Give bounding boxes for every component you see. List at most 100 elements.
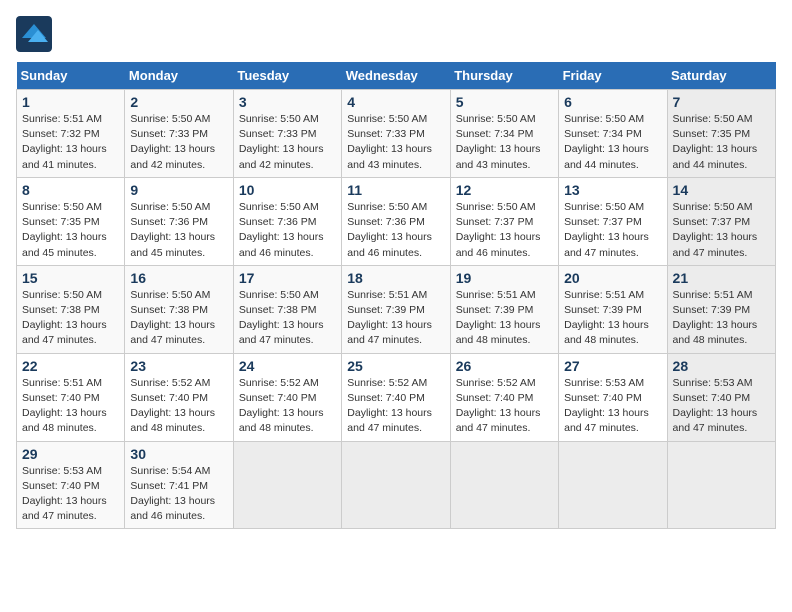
day-info: Sunrise: 5:50 AMSunset: 7:38 PMDaylight:… xyxy=(22,288,119,349)
day-info: Sunrise: 5:51 AMSunset: 7:39 PMDaylight:… xyxy=(673,288,770,349)
calendar-cell xyxy=(450,441,558,529)
calendar-cell: 30 Sunrise: 5:54 AMSunset: 7:41 PMDayligh… xyxy=(125,441,233,529)
day-info: Sunrise: 5:50 AMSunset: 7:37 PMDaylight:… xyxy=(673,200,770,261)
calendar-cell: 1Sunrise: 5:51 AMSunset: 7:32 PMDaylight… xyxy=(17,90,125,178)
day-info: Sunrise: 5:50 AMSunset: 7:33 PMDaylight:… xyxy=(130,112,227,173)
day-info: Sunrise: 5:51 AMSunset: 7:39 PMDaylight:… xyxy=(347,288,444,349)
weekday-header-wednesday: Wednesday xyxy=(342,62,450,90)
calendar-cell: 28 Sunrise: 5:53 AMSunset: 7:40 PMDayligh… xyxy=(667,353,775,441)
day-info: Sunrise: 5:50 AMSunset: 7:36 PMDaylight:… xyxy=(347,200,444,261)
day-info: Sunrise: 5:52 AMSunset: 7:40 PMDaylight:… xyxy=(456,376,553,437)
calendar-cell: 16 Sunrise: 5:50 AMSunset: 7:38 PMDayligh… xyxy=(125,265,233,353)
day-info: Sunrise: 5:54 AMSunset: 7:41 PMDaylight:… xyxy=(130,464,227,525)
weekday-header-saturday: Saturday xyxy=(667,62,775,90)
day-number: 20 xyxy=(564,270,661,286)
week-row-5: 29 Sunrise: 5:53 AMSunset: 7:40 PMDayligh… xyxy=(17,441,776,529)
page-header xyxy=(16,16,776,52)
calendar-table: SundayMondayTuesdayWednesdayThursdayFrid… xyxy=(16,62,776,529)
calendar-cell: 14 Sunrise: 5:50 AMSunset: 7:37 PMDayligh… xyxy=(667,177,775,265)
calendar-cell: 25Sunrise: 5:52 AMSunset: 7:40 PMDayligh… xyxy=(342,353,450,441)
day-number: 13 xyxy=(564,182,661,198)
day-number: 28 xyxy=(673,358,770,374)
day-number: 2 xyxy=(130,94,227,110)
day-number: 12 xyxy=(456,182,553,198)
calendar-cell xyxy=(667,441,775,529)
day-info: Sunrise: 5:50 AMSunset: 7:37 PMDaylight:… xyxy=(456,200,553,261)
day-info: Sunrise: 5:51 AMSunset: 7:39 PMDaylight:… xyxy=(456,288,553,349)
calendar-cell: 13 Sunrise: 5:50 AMSunset: 7:37 PMDayligh… xyxy=(559,177,667,265)
day-info: Sunrise: 5:50 AMSunset: 7:36 PMDaylight:… xyxy=(239,200,336,261)
calendar-cell: 9 Sunrise: 5:50 AMSunset: 7:36 PMDaylight… xyxy=(125,177,233,265)
day-number: 7 xyxy=(673,94,770,110)
day-info: Sunrise: 5:50 AMSunset: 7:33 PMDaylight:… xyxy=(347,112,444,173)
day-number: 5 xyxy=(456,94,553,110)
day-info: Sunrise: 5:50 AMSunset: 7:37 PMDaylight:… xyxy=(564,200,661,261)
calendar-cell: 10 Sunrise: 5:50 AMSunset: 7:36 PMDayligh… xyxy=(233,177,341,265)
day-info: Sunrise: 5:53 AMSunset: 7:40 PMDaylight:… xyxy=(22,464,119,525)
day-number: 26 xyxy=(456,358,553,374)
calendar-cell: 2 Sunrise: 5:50 AMSunset: 7:33 PMDaylight… xyxy=(125,90,233,178)
day-number: 4 xyxy=(347,94,444,110)
calendar-cell: 18 Sunrise: 5:51 AMSunset: 7:39 PMDayligh… xyxy=(342,265,450,353)
calendar-cell: 6 Sunrise: 5:50 AMSunset: 7:34 PMDaylight… xyxy=(559,90,667,178)
week-row-4: 22 Sunrise: 5:51 AMSunset: 7:40 PMDayligh… xyxy=(17,353,776,441)
day-number: 11 xyxy=(347,182,444,198)
day-number: 24 xyxy=(239,358,336,374)
day-info: Sunrise: 5:51 AMSunset: 7:32 PMDaylight:… xyxy=(22,112,119,173)
day-number: 3 xyxy=(239,94,336,110)
day-number: 10 xyxy=(239,182,336,198)
day-info: Sunrise: 5:51 AMSunset: 7:40 PMDaylight:… xyxy=(22,376,119,437)
calendar-cell xyxy=(342,441,450,529)
day-number: 23 xyxy=(130,358,227,374)
day-number: 30 xyxy=(130,446,227,462)
calendar-cell: 21 Sunrise: 5:51 AMSunset: 7:39 PMDayligh… xyxy=(667,265,775,353)
day-number: 9 xyxy=(130,182,227,198)
calendar-cell: 27Sunrise: 5:53 AMSunset: 7:40 PMDayligh… xyxy=(559,353,667,441)
calendar-cell: 19 Sunrise: 5:51 AMSunset: 7:39 PMDayligh… xyxy=(450,265,558,353)
week-row-3: 15Sunrise: 5:50 AMSunset: 7:38 PMDayligh… xyxy=(17,265,776,353)
weekday-header-row: SundayMondayTuesdayWednesdayThursdayFrid… xyxy=(17,62,776,90)
day-info: Sunrise: 5:50 AMSunset: 7:34 PMDaylight:… xyxy=(564,112,661,173)
calendar-cell: 29 Sunrise: 5:53 AMSunset: 7:40 PMDayligh… xyxy=(17,441,125,529)
weekday-header-tuesday: Tuesday xyxy=(233,62,341,90)
calendar-cell: 8Sunrise: 5:50 AMSunset: 7:35 PMDaylight… xyxy=(17,177,125,265)
weekday-header-friday: Friday xyxy=(559,62,667,90)
day-number: 17 xyxy=(239,270,336,286)
day-number: 22 xyxy=(22,358,119,374)
calendar-cell: 22 Sunrise: 5:51 AMSunset: 7:40 PMDayligh… xyxy=(17,353,125,441)
calendar-cell: 17 Sunrise: 5:50 AMSunset: 7:38 PMDayligh… xyxy=(233,265,341,353)
week-row-1: 1Sunrise: 5:51 AMSunset: 7:32 PMDaylight… xyxy=(17,90,776,178)
logo-icon xyxy=(16,16,52,52)
day-number: 21 xyxy=(673,270,770,286)
weekday-header-sunday: Sunday xyxy=(17,62,125,90)
calendar-cell: 4 Sunrise: 5:50 AMSunset: 7:33 PMDaylight… xyxy=(342,90,450,178)
day-number: 29 xyxy=(22,446,119,462)
day-info: Sunrise: 5:51 AMSunset: 7:39 PMDaylight:… xyxy=(564,288,661,349)
day-info: Sunrise: 5:50 AMSunset: 7:38 PMDaylight:… xyxy=(130,288,227,349)
day-number: 6 xyxy=(564,94,661,110)
day-number: 27 xyxy=(564,358,661,374)
calendar-cell: 5 Sunrise: 5:50 AMSunset: 7:34 PMDaylight… xyxy=(450,90,558,178)
calendar-cell: 12 Sunrise: 5:50 AMSunset: 7:37 PMDayligh… xyxy=(450,177,558,265)
day-number: 16 xyxy=(130,270,227,286)
calendar-cell xyxy=(233,441,341,529)
calendar-cell: 11 Sunrise: 5:50 AMSunset: 7:36 PMDayligh… xyxy=(342,177,450,265)
day-number: 8 xyxy=(22,182,119,198)
day-info: Sunrise: 5:52 AMSunset: 7:40 PMDaylight:… xyxy=(347,376,444,437)
calendar-cell xyxy=(559,441,667,529)
logo xyxy=(16,16,56,52)
day-info: Sunrise: 5:50 AMSunset: 7:35 PMDaylight:… xyxy=(673,112,770,173)
day-number: 19 xyxy=(456,270,553,286)
day-info: Sunrise: 5:50 AMSunset: 7:36 PMDaylight:… xyxy=(130,200,227,261)
weekday-header-monday: Monday xyxy=(125,62,233,90)
calendar-cell: 24Sunrise: 5:52 AMSunset: 7:40 PMDayligh… xyxy=(233,353,341,441)
day-number: 18 xyxy=(347,270,444,286)
day-info: Sunrise: 5:53 AMSunset: 7:40 PMDaylight:… xyxy=(673,376,770,437)
day-info: Sunrise: 5:50 AMSunset: 7:38 PMDaylight:… xyxy=(239,288,336,349)
day-info: Sunrise: 5:52 AMSunset: 7:40 PMDaylight:… xyxy=(130,376,227,437)
calendar-cell: 20 Sunrise: 5:51 AMSunset: 7:39 PMDayligh… xyxy=(559,265,667,353)
calendar-cell: 7 Sunrise: 5:50 AMSunset: 7:35 PMDaylight… xyxy=(667,90,775,178)
calendar-cell: 26 Sunrise: 5:52 AMSunset: 7:40 PMDayligh… xyxy=(450,353,558,441)
day-info: Sunrise: 5:50 AMSunset: 7:34 PMDaylight:… xyxy=(456,112,553,173)
day-number: 14 xyxy=(673,182,770,198)
